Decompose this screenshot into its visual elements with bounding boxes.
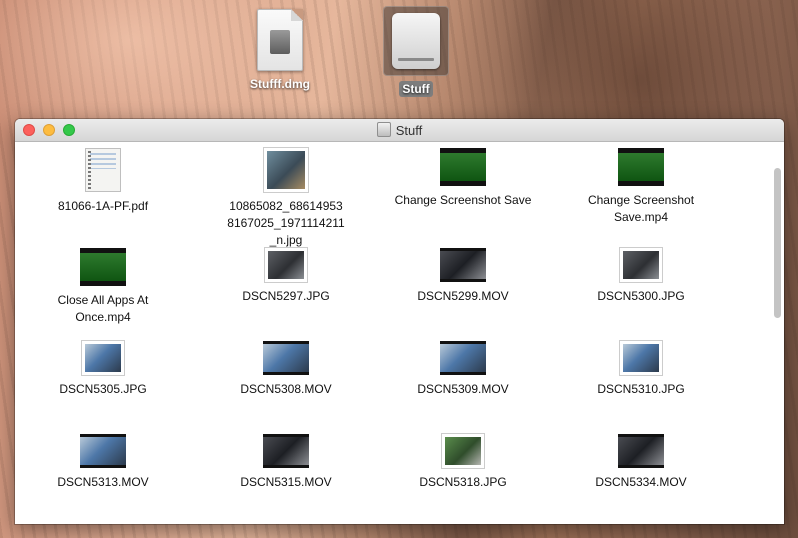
pdf-document-icon [85, 148, 121, 192]
volume-selection-highlight [383, 6, 449, 76]
file-item[interactable]: DSCN5308.MOV [198, 341, 374, 398]
file-icon-grid: 81066-1A-PF.pdf 10865082_686149538167025… [15, 142, 784, 524]
photo-thumbnail-icon [264, 148, 308, 192]
file-name: 81066-1A-PF.pdf [57, 199, 149, 213]
file-name: Change Screenshot Save [394, 193, 532, 207]
file-name: DSCN5309.MOV [417, 382, 509, 396]
file-name: DSCN5299.MOV [417, 289, 509, 303]
file-name: DSCN5315.MOV [240, 475, 332, 489]
file-item[interactable]: DSCN5315.MOV [198, 434, 374, 491]
video-thumbnail-icon [263, 434, 309, 468]
video-thumbnail-icon [440, 248, 486, 282]
photo-thumbnail-icon [442, 434, 484, 468]
file-item[interactable]: DSCN5305.JPG [15, 341, 191, 398]
file-name: DSCN5318.JPG [419, 475, 507, 489]
file-item[interactable]: 81066-1A-PF.pdf [15, 148, 191, 215]
desktop-icon-label: Stuff [399, 81, 433, 97]
photo-thumbnail-icon [620, 248, 662, 282]
file-item[interactable]: DSCN5334.MOV [553, 434, 729, 491]
video-thumbnail-icon [440, 148, 486, 186]
window-title: Stuff [15, 122, 784, 138]
photo-thumbnail-icon [620, 341, 662, 375]
file-name: DSCN5305.JPG [59, 382, 147, 396]
file-item[interactable]: DSCN5318.JPG [375, 434, 551, 491]
file-item[interactable]: Close All Apps At Once.mp4 [15, 248, 191, 326]
video-thumbnail-icon [440, 341, 486, 375]
desktop-icon-label: Stufff.dmg [250, 77, 310, 91]
file-item[interactable]: Change Screenshot Save [375, 148, 551, 209]
external-drive-icon [392, 13, 440, 69]
file-item[interactable]: DSCN5313.MOV [15, 434, 191, 491]
window-title-text: Stuff [395, 123, 423, 138]
file-item[interactable]: DSCN5310.JPG [553, 341, 729, 398]
file-name: DSCN5308.MOV [240, 382, 332, 396]
file-name: DSCN5310.JPG [597, 382, 685, 396]
photo-thumbnail-icon [265, 248, 307, 282]
finder-window: Stuff 81066-1A-PF.pdf 10865082_686149538… [15, 119, 784, 524]
video-thumbnail-icon [80, 434, 126, 468]
file-name: DSCN5297.JPG [242, 289, 330, 303]
video-thumbnail-icon [618, 148, 664, 186]
vertical-scrollbar[interactable] [774, 168, 781, 318]
file-item[interactable]: Change Screenshot Save.mp4 [553, 148, 729, 226]
window-titlebar[interactable]: Stuff [15, 119, 784, 142]
file-item[interactable]: DSCN5297.JPG [198, 248, 374, 305]
video-thumbnail-icon [618, 434, 664, 468]
desktop-icon-volume[interactable]: Stuff [376, 6, 456, 98]
file-item[interactable]: DSCN5309.MOV [375, 341, 551, 398]
file-name: 10865082_686149538167025_1971114211_n.jp… [227, 199, 345, 247]
desktop-icon-dmg[interactable]: Stufff.dmg [240, 6, 320, 93]
file-name: DSCN5313.MOV [57, 475, 149, 489]
disk-image-icon [257, 9, 303, 71]
photo-thumbnail-icon [82, 341, 124, 375]
file-name: DSCN5334.MOV [595, 475, 687, 489]
file-name: DSCN5300.JPG [597, 289, 685, 303]
file-item[interactable]: DSCN5300.JPG [553, 248, 729, 305]
video-thumbnail-icon [80, 248, 126, 286]
file-item[interactable]: DSCN5299.MOV [375, 248, 551, 305]
file-item[interactable]: 10865082_686149538167025_1971114211_n.jp… [198, 148, 374, 249]
file-name: Change Screenshot Save.mp4 [587, 193, 695, 224]
volume-icon [376, 122, 391, 137]
video-thumbnail-icon [263, 341, 309, 375]
file-name: Close All Apps At Once.mp4 [57, 293, 149, 324]
